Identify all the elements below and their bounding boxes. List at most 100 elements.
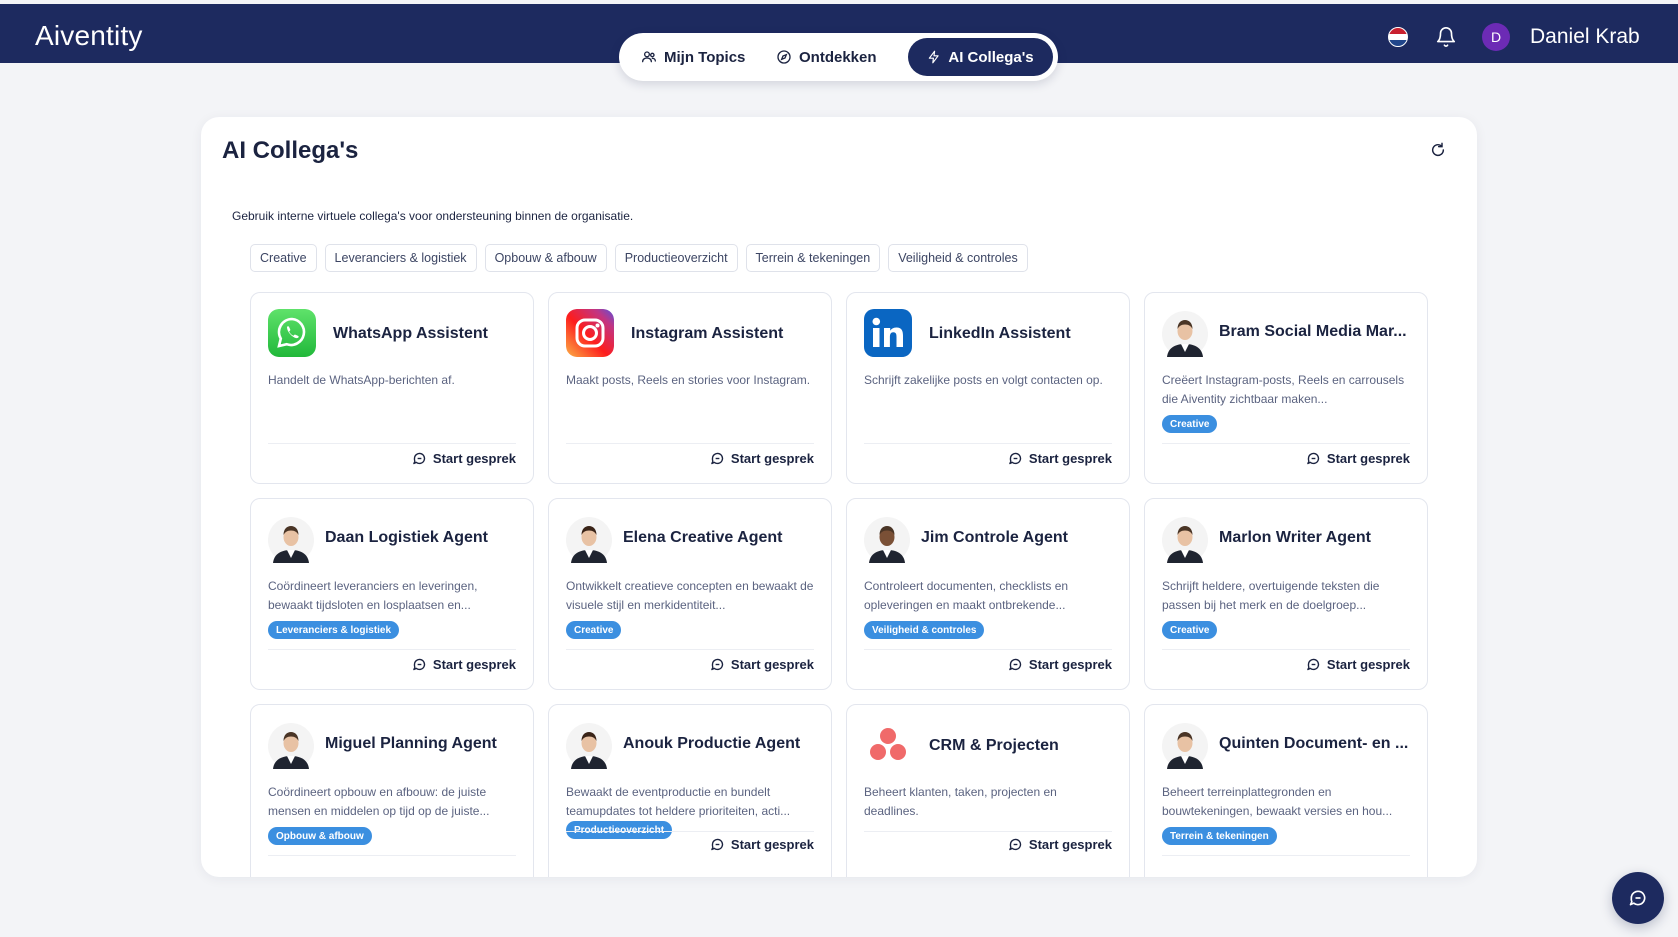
person-avatar (566, 723, 612, 769)
agent-card[interactable]: CRM & Projecten Beheert klanten, taken, p… (846, 704, 1130, 877)
agent-card[interactable]: LinkedIn Assistent Schrijft zakelijke pos… (846, 292, 1130, 484)
start-conversation-button[interactable]: Start gesprek (412, 657, 516, 672)
agent-name: Instagram Assistent (631, 325, 784, 342)
filter-chip[interactable]: Creative (250, 244, 317, 272)
agent-description: Handelt de WhatsApp-berichten af. (268, 373, 455, 387)
start-label: Start gesprek (1326, 657, 1410, 672)
agent-card[interactable]: Daan Logistiek Agent Coördineert leveranc… (250, 498, 534, 690)
start-label: Start gesprek (432, 657, 516, 672)
filter-chip[interactable]: Veiligheid & controles (888, 244, 1028, 272)
filter-chip[interactable]: Terrein & tekeningen (745, 244, 881, 272)
filter-chips: Creative Leveranciers & logistiek Opbouw… (250, 244, 1028, 272)
chat-icon (1009, 658, 1022, 671)
tab-mijn-topics[interactable]: Mijn Topics (627, 38, 762, 76)
tab-ontdekken[interactable]: Ontdekken (762, 38, 908, 76)
agent-tag: Productieoverzicht (566, 821, 673, 839)
agent-name: Daan Logistiek Agent (325, 529, 488, 546)
main-nav: Mijn Topics Ontdekken AI Collega's (619, 33, 1058, 81)
chat-icon (711, 452, 724, 465)
agent-description: Beheert klanten, taken, projecten en dea… (864, 785, 1057, 818)
user-name[interactable]: Daniel Krab (1530, 25, 1640, 49)
start-conversation-button[interactable]: Start gesprek (1008, 657, 1112, 672)
refresh-icon[interactable] (1430, 142, 1446, 158)
tab-ai-collegas[interactable]: AI Collega's (908, 38, 1053, 76)
agent-description: Creëert Instagram-posts, Reels en carrou… (1162, 373, 1405, 406)
agent-card[interactable]: Bram Social Media Mar... Creëert Instagra… (1144, 292, 1428, 484)
agent-name: Anouk Productie Agent (623, 735, 801, 752)
tab-label: Mijn Topics (664, 48, 746, 66)
page-title: AI Collega's (222, 137, 359, 164)
start-label: Start gesprek (1028, 451, 1112, 466)
chat-icon (413, 658, 426, 671)
person-avatar (1162, 723, 1208, 769)
agent-description: Coördineert leveranciers en leveringen, … (268, 579, 478, 612)
agent-name: Bram Social Media Mar... (1219, 323, 1407, 340)
ai-collegas-panel: AI Collega's Gebruik interne virtuele co… (201, 117, 1477, 877)
agent-card[interactable]: Jim Controle Agent Controleert documenten… (846, 498, 1130, 690)
agent-description: Ontwikkelt creatieve concepten en bewaak… (566, 579, 814, 612)
start-label: Start gesprek (730, 657, 814, 672)
agent-tag: Veiligheid & controles (864, 621, 985, 639)
agent-card[interactable]: WhatsApp Assistent Handelt de WhatsApp-be… (250, 292, 534, 484)
agent-name: LinkedIn Assistent (929, 325, 1071, 342)
card-divider (566, 649, 814, 650)
card-divider (864, 649, 1112, 650)
start-label: Start gesprek (730, 451, 814, 466)
chat-icon (1307, 452, 1320, 465)
agent-name: Elena Creative Agent (623, 529, 783, 546)
agent-card[interactable]: Instagram Assistent Maakt posts, Reels en… (548, 292, 832, 484)
agent-card[interactable]: Miguel Planning Agent Coördineert opbouw … (250, 704, 534, 877)
compass-icon (777, 50, 791, 64)
user-avatar[interactable]: D (1482, 23, 1510, 51)
person-avatar (1162, 311, 1208, 357)
person-avatar (268, 517, 314, 563)
agent-grid: WhatsApp Assistent Handelt de WhatsApp-be… (250, 292, 1428, 877)
agent-description: Schrijft heldere, overtuigende teksten d… (1162, 579, 1380, 612)
linkedin-icon (864, 309, 912, 357)
agent-name: Marlon Writer Agent (1219, 529, 1372, 546)
start-conversation-button[interactable]: Start gesprek (412, 451, 516, 466)
start-conversation-button[interactable]: Start gesprek (1306, 657, 1410, 672)
agent-tag: Leveranciers & logistiek (268, 621, 400, 639)
agent-description: Bewaakt de eventproductie en bundelt tea… (566, 785, 791, 818)
chat-icon (1009, 838, 1022, 851)
filter-chip[interactable]: Productieoverzicht (614, 244, 738, 272)
card-divider (1162, 443, 1410, 444)
agent-card[interactable]: Anouk Productie Agent Bewaakt de eventpro… (548, 704, 832, 877)
language-flag-icon[interactable] (1388, 27, 1408, 47)
agent-description: Coördineert opbouw en afbouw: de juiste … (268, 785, 490, 818)
start-conversation-button[interactable]: Start gesprek (1008, 451, 1112, 466)
agent-card[interactable]: Quinten Document- en ... Beheert terreinp… (1144, 704, 1428, 877)
agent-card[interactable]: Marlon Writer Agent Schrijft heldere, ove… (1144, 498, 1428, 690)
start-label: Start gesprek (730, 837, 814, 852)
start-conversation-button[interactable]: Start gesprek (1008, 837, 1112, 852)
chat-icon (413, 452, 426, 465)
agent-description: Schrijft zakelijke posts en volgt contac… (864, 373, 1103, 387)
agent-name: WhatsApp Assistent (333, 325, 488, 342)
agent-card[interactable]: Elena Creative Agent Ontwikkelt creatieve… (548, 498, 832, 690)
bolt-icon (929, 50, 940, 64)
whatsapp-icon (268, 309, 316, 357)
start-label: Start gesprek (1028, 837, 1112, 852)
person-avatar (268, 723, 314, 769)
card-divider (268, 443, 516, 444)
agent-tag: Creative (1162, 621, 1218, 639)
page-subtitle: Gebruik interne virtuele collega's voor … (232, 209, 634, 223)
start-conversation-button[interactable]: Start gesprek (1306, 451, 1410, 466)
agent-tag: Terrein & tekeningen (1162, 827, 1277, 845)
tab-label: AI Collega's (948, 48, 1034, 66)
filter-chip[interactable]: Leveranciers & logistiek (324, 244, 477, 272)
tab-label: Ontdekken (799, 48, 877, 66)
start-conversation-button[interactable]: Start gesprek (710, 657, 814, 672)
start-conversation-button[interactable]: Start gesprek (710, 451, 814, 466)
chat-fab-button[interactable] (1612, 872, 1664, 924)
bell-icon[interactable] (1435, 26, 1457, 48)
chat-icon (1009, 452, 1022, 465)
asana-icon (864, 721, 912, 769)
card-divider (1162, 855, 1410, 856)
start-conversation-button[interactable]: Start gesprek (710, 837, 814, 852)
person-avatar (566, 517, 612, 563)
filter-chip[interactable]: Opbouw & afbouw (484, 244, 607, 272)
agent-name: CRM & Projecten (929, 737, 1059, 754)
app-logo[interactable]: Aiventity (35, 20, 143, 52)
